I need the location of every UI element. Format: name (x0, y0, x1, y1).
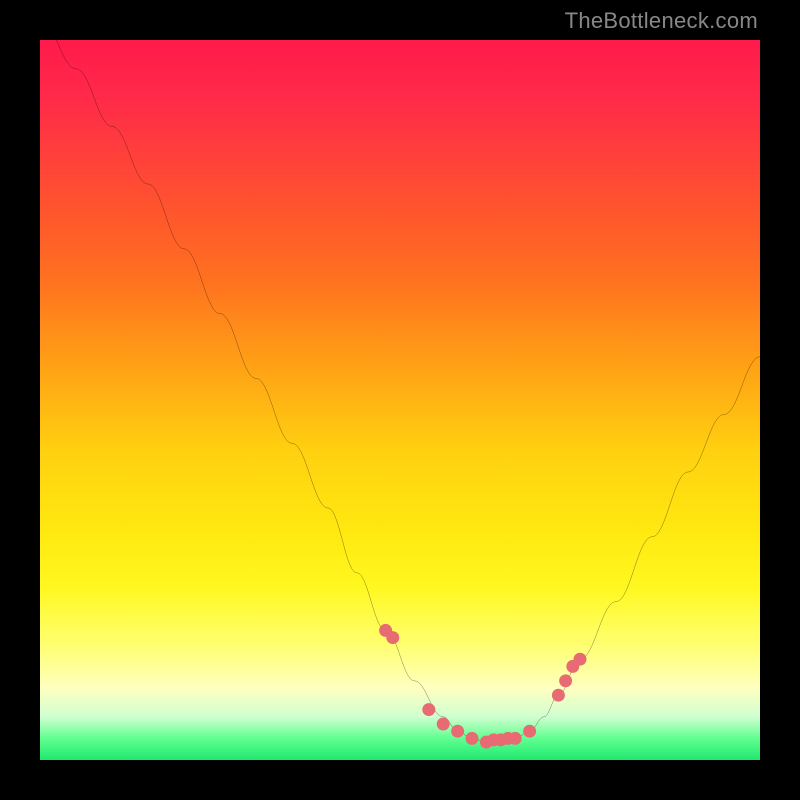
watermark-text: TheBottleneck.com (565, 8, 758, 34)
chart-container: TheBottleneck.com (0, 0, 800, 800)
plot-background (40, 40, 760, 760)
